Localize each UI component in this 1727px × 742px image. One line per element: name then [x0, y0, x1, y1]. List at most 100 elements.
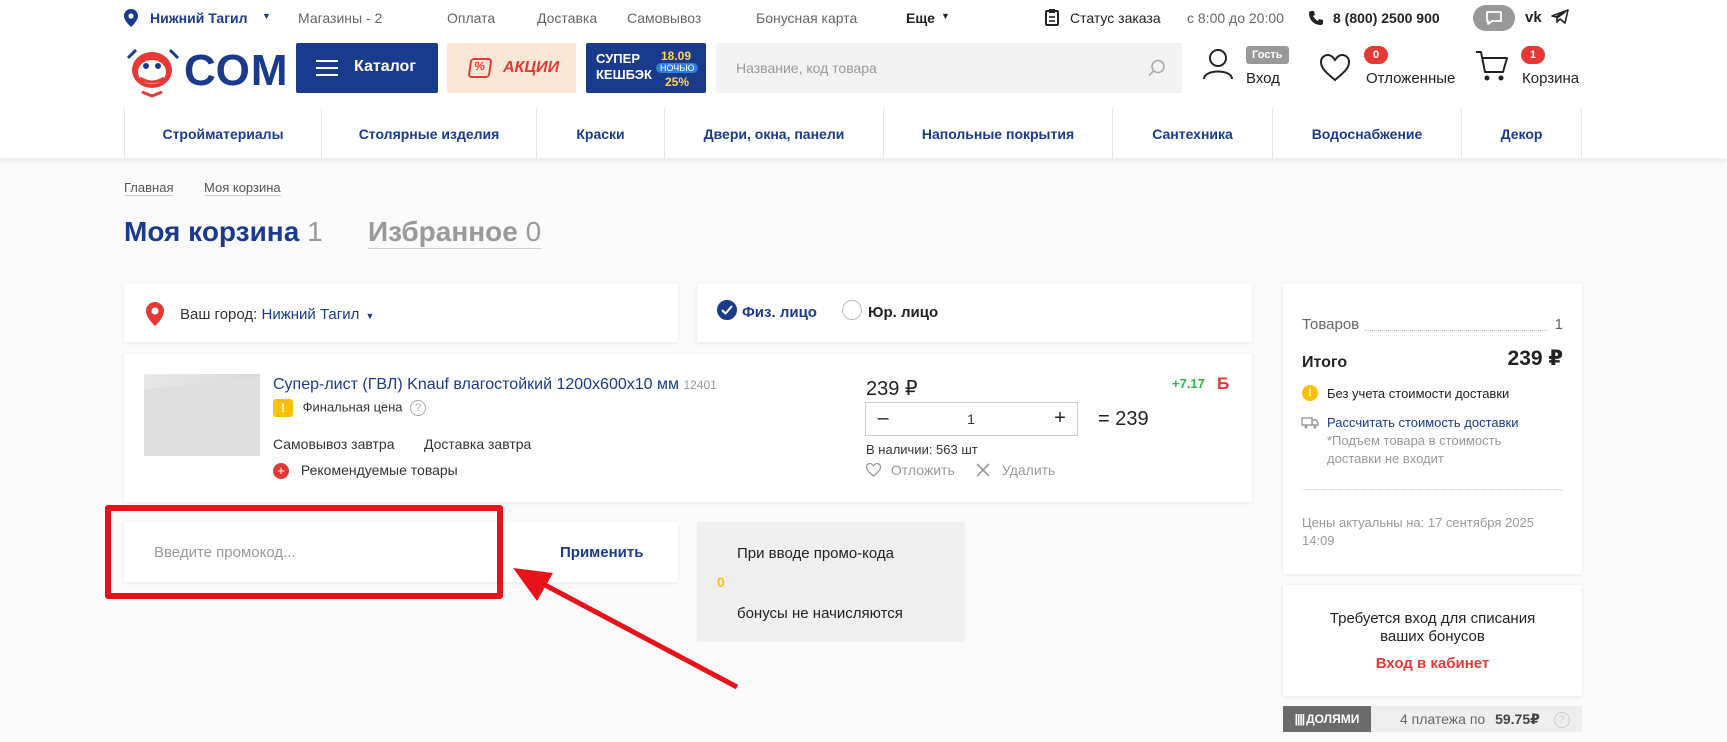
login-button[interactable]: Гость Вход	[1200, 46, 1290, 96]
increase-button[interactable]: +	[1045, 403, 1075, 435]
product-sku: 12401	[683, 378, 717, 392]
location-pin-icon	[146, 302, 164, 326]
phone-number[interactable]: 8 (800) 2500 900	[1333, 10, 1440, 26]
close-icon	[976, 463, 990, 477]
city-value[interactable]: Нижний Тагил	[261, 306, 359, 323]
heart-icon	[1320, 54, 1350, 82]
quantity-value[interactable]: 1	[906, 411, 1036, 427]
nav-item-decor[interactable]: Декор	[1462, 108, 1582, 159]
dolyami-logo[interactable]: |||| ДОЛЯМИ	[1283, 706, 1371, 732]
product-image[interactable]	[144, 374, 260, 456]
login-cabinet-link[interactable]: Вход в кабинет	[1283, 655, 1582, 672]
city-label: Ваш город:	[180, 306, 258, 323]
nav-item-joinery[interactable]: Столярные изделия	[322, 108, 537, 159]
dolyami-bars-icon: ||||	[1294, 712, 1305, 726]
individual-label[interactable]: Физ. лицо	[742, 304, 817, 321]
city-dropdown-icon[interactable]: ▼	[262, 11, 271, 21]
prices-actual-line1: Цены актуальны на: 17 сентября 2025	[1302, 515, 1534, 530]
more-menu[interactable]: Еще	[906, 10, 935, 26]
quantity-stepper: – 1 +	[865, 402, 1078, 436]
super-cashback-banner[interactable]: СУПЕР КЕШБЭК 18.09 НОЧЬЮ 25%	[586, 43, 706, 93]
pickup-link[interactable]: Самовывоз	[627, 10, 701, 26]
cart-item: Супер-лист (ГВЛ) Knauf влагостойкий 1200…	[124, 354, 1252, 502]
dolyami-logo-text: ДОЛЯМИ	[1306, 712, 1360, 726]
nav-item-paints[interactable]: Краски	[537, 108, 665, 159]
promo-note-line1: При вводе промо-кода	[737, 545, 895, 562]
promo-note-line2: бонусы не начисляются	[737, 605, 903, 622]
breadcrumb-cart[interactable]: Моя корзина	[204, 180, 281, 196]
company-label[interactable]: Юр. лицо	[868, 304, 938, 321]
tab-my-cart[interactable]: Моя корзина 1	[124, 216, 323, 248]
postpone-button[interactable]: Отложить	[865, 462, 955, 478]
chat-icon	[1486, 11, 1502, 25]
cart-label: Корзина	[1522, 70, 1580, 87]
pickup-info: Самовывоз завтра	[273, 436, 395, 452]
promotions-label: АКЦИИ	[503, 59, 560, 76]
delivery-link[interactable]: Доставка	[537, 10, 597, 26]
more-dropdown-icon[interactable]: ▼	[941, 11, 950, 21]
lift-note-line1: *Подъем товара в стоимость	[1327, 433, 1502, 448]
bonus-login-line2: ваших бонусов	[1380, 628, 1485, 645]
search-input[interactable]	[716, 43, 1136, 93]
company-radio[interactable]	[842, 300, 862, 320]
nav-item-doors-windows[interactable]: Двери, окна, панели	[665, 108, 884, 159]
prices-actual-line2: 14:09	[1302, 533, 1335, 548]
cart-icon	[1476, 51, 1508, 81]
total-label: Итого	[1302, 354, 1348, 371]
cashback-date: 18.09	[661, 49, 692, 63]
help-icon[interactable]: ?	[1553, 712, 1570, 729]
tab-favorites[interactable]: Избранное 0	[368, 216, 542, 249]
logo-text: СОМ	[184, 46, 289, 95]
telegram-icon[interactable]	[1551, 9, 1569, 24]
cart-button[interactable]: 1 Корзина	[1475, 46, 1585, 96]
checkmark-icon	[721, 305, 733, 315]
chat-button[interactable]	[1473, 5, 1515, 31]
login-label: Вход	[1246, 70, 1280, 87]
help-icon[interactable]: ?	[410, 400, 427, 416]
nav-item-water-supply[interactable]: Водоснабжение	[1273, 108, 1462, 159]
stores-link[interactable]: Магазины - 2	[298, 10, 382, 26]
cart-count-badge: 1	[1521, 46, 1545, 64]
city-dropdown-icon[interactable]: ▼	[366, 311, 375, 321]
top-bar: Нижний Тагил ▼ Магазины - 2 Оплата Доста…	[0, 0, 1727, 36]
search-icon[interactable]	[1148, 59, 1166, 77]
menu-icon	[316, 60, 338, 76]
order-status-link[interactable]: Статус заказа	[1070, 10, 1161, 26]
product-title-row[interactable]: Супер-лист (ГВЛ) Knauf влагостойкий 1200…	[273, 376, 717, 394]
catalog-label: Каталог	[354, 58, 416, 75]
city-box: Ваш город: Нижний Тагил ▼	[124, 284, 678, 342]
recommended-products-link[interactable]: + Рекомендуемые товары	[273, 462, 458, 480]
discount-icon	[467, 58, 493, 78]
nav-item-plumbing[interactable]: Сантехника	[1113, 108, 1273, 159]
payment-link[interactable]: Оплата	[447, 10, 495, 26]
catalog-button[interactable]: Каталог	[296, 43, 438, 93]
tab-favorites-label: Избранное	[368, 216, 518, 247]
dolyami-installments: 4 платежа по 59.75₽ ?	[1371, 706, 1582, 732]
remove-button[interactable]: Удалить	[976, 462, 1055, 478]
city-selector[interactable]: Нижний Тагил	[150, 10, 248, 26]
vk-icon[interactable]: vk	[1525, 9, 1542, 26]
recommended-label: Рекомендуемые товары	[300, 462, 458, 478]
unit-price: 239 ₽	[866, 378, 918, 400]
guest-badge: Гость	[1246, 46, 1289, 64]
decrease-button[interactable]: –	[868, 403, 898, 435]
site-logo[interactable]: СОМ	[124, 42, 288, 98]
bonus-card-link[interactable]: Бонусная карта	[756, 10, 857, 26]
postpone-label: Отложить	[890, 462, 955, 478]
final-price-row: ! Финальная цена ?	[273, 399, 427, 417]
apply-promo-button[interactable]: Применить	[560, 544, 643, 561]
calc-delivery-link[interactable]: Рассчитать стоимость доставки	[1327, 415, 1518, 430]
promotions-button[interactable]: АКЦИИ	[447, 43, 576, 93]
nav-item-building-materials[interactable]: Стройматериалы	[125, 108, 322, 159]
individual-radio[interactable]	[717, 300, 737, 320]
wishlist-button[interactable]: 0 Отложенные	[1320, 46, 1460, 96]
breadcrumb-home[interactable]: Главная	[124, 180, 174, 196]
category-nav: Стройматериалы Столярные изделия Краски …	[0, 108, 1727, 159]
lift-note-line2: доставки не входит	[1327, 451, 1444, 466]
cashback-tag: НОЧЬЮ	[656, 63, 699, 73]
working-hours: с 8:00 до 20:00	[1187, 10, 1284, 26]
promo-code-input[interactable]	[124, 522, 484, 582]
product-title[interactable]: Супер-лист (ГВЛ) Knauf влагостойкий 1200…	[273, 376, 679, 393]
nav-item-flooring[interactable]: Напольные покрытия	[884, 108, 1113, 159]
line-total: = 239	[1098, 408, 1149, 430]
